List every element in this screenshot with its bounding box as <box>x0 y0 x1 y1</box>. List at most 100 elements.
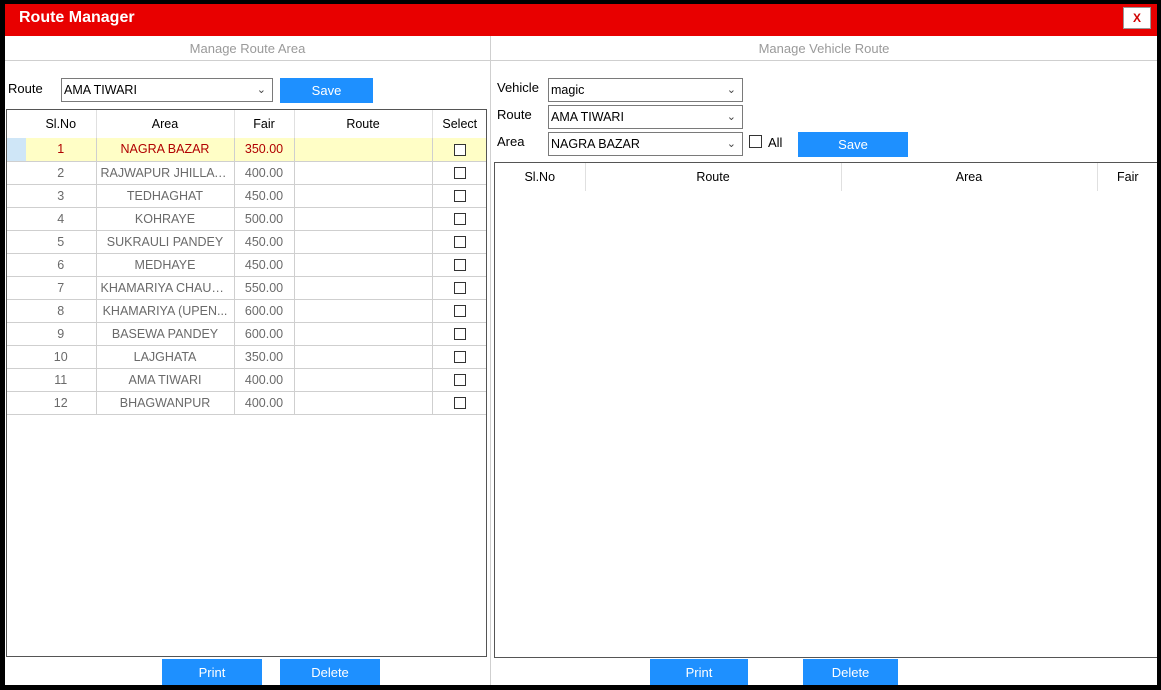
cell-fair[interactable]: 350.00 <box>234 138 295 162</box>
cell-route[interactable] <box>294 368 433 392</box>
cell-fair[interactable]: 400.00 <box>234 368 295 392</box>
cell-fair[interactable]: 450.00 <box>234 230 295 254</box>
cell-slno[interactable]: 9 <box>26 322 97 346</box>
cell-area[interactable]: KHAMARIYA CHAUR... <box>96 276 235 300</box>
column-header-route[interactable]: Route <box>294 110 433 138</box>
cell-slno[interactable]: 6 <box>26 253 97 277</box>
cell-area[interactable]: RAJWAPUR JHILLA C... <box>96 161 235 185</box>
cell-area[interactable]: SUKRAULI PANDEY <box>96 230 235 254</box>
print-button-vehicle-route[interactable]: Print <box>650 659 748 685</box>
table-row[interactable]: 8 KHAMARIYA (UPEN... 600.00 <box>7 299 486 323</box>
route-select[interactable]: AMA TIWARI ⌄ <box>61 78 273 102</box>
row-header-cell[interactable] <box>7 368 26 392</box>
cell-slno[interactable]: 11 <box>26 368 97 392</box>
select-checkbox[interactable] <box>453 167 466 180</box>
select-checkbox[interactable] <box>453 282 466 295</box>
row-header-cell[interactable] <box>7 184 26 208</box>
row-header-cell[interactable] <box>7 345 26 369</box>
row-header-cell[interactable] <box>7 207 26 231</box>
select-checkbox[interactable] <box>453 213 466 226</box>
cell-route[interactable] <box>294 276 433 300</box>
row-header-cell[interactable] <box>7 322 26 346</box>
column-header-slno[interactable]: Sl.No <box>26 110 97 138</box>
cell-slno[interactable]: 8 <box>26 299 97 323</box>
cell-slno[interactable]: 5 <box>26 230 97 254</box>
table-row[interactable]: 11 AMA TIWARI 400.00 <box>7 368 486 392</box>
table-row[interactable]: 10 LAJGHATA 350.00 <box>7 345 486 369</box>
select-checkbox[interactable] <box>453 143 466 156</box>
table-row[interactable]: 3 TEDHAGHAT 450.00 <box>7 184 486 208</box>
cell-route[interactable] <box>294 345 433 369</box>
column-header-fair[interactable]: Fair <box>1097 163 1157 191</box>
table-row[interactable]: 2 RAJWAPUR JHILLA C... 400.00 <box>7 161 486 185</box>
table-row[interactable]: 12 BHAGWANPUR 400.00 <box>7 391 486 415</box>
cell-area[interactable]: BHAGWANPUR <box>96 391 235 415</box>
cell-fair[interactable]: 600.00 <box>234 322 295 346</box>
cell-fair[interactable]: 400.00 <box>234 161 295 185</box>
table-row[interactable]: 7 KHAMARIYA CHAUR... 550.00 <box>7 276 486 300</box>
select-checkbox[interactable] <box>453 305 466 318</box>
area-select[interactable]: NAGRA BAZAR ⌄ <box>548 132 743 156</box>
cell-area[interactable]: BASEWA PANDEY <box>96 322 235 346</box>
table-row[interactable]: 1 NAGRA BAZAR 350.00 <box>7 138 486 162</box>
save-button-vehicle-route[interactable]: Save <box>798 132 908 157</box>
table-row[interactable]: 5 SUKRAULI PANDEY 450.00 <box>7 230 486 254</box>
cell-slno[interactable]: 10 <box>26 345 97 369</box>
select-checkbox[interactable] <box>453 374 466 387</box>
column-header-slno[interactable]: Sl.No <box>495 163 586 191</box>
table-row[interactable]: 4 KOHRAYE 500.00 <box>7 207 486 231</box>
cell-area[interactable]: KOHRAYE <box>96 207 235 231</box>
save-button-route-area[interactable]: Save <box>280 78 373 103</box>
table-row[interactable]: 6 MEDHAYE 450.00 <box>7 253 486 277</box>
table-row[interactable]: 9 BASEWA PANDEY 600.00 <box>7 322 486 346</box>
cell-area[interactable]: LAJGHATA <box>96 345 235 369</box>
column-header-select[interactable]: Select <box>432 110 486 138</box>
row-header-cell[interactable] <box>7 230 26 254</box>
select-checkbox[interactable] <box>453 397 466 410</box>
cell-route[interactable] <box>294 184 433 208</box>
cell-area[interactable]: KHAMARIYA (UPEN... <box>96 299 235 323</box>
cell-route[interactable] <box>294 253 433 277</box>
select-checkbox[interactable] <box>453 259 466 272</box>
column-header-route[interactable]: Route <box>585 163 842 191</box>
cell-area[interactable]: MEDHAYE <box>96 253 235 277</box>
cell-area[interactable]: TEDHAGHAT <box>96 184 235 208</box>
cell-fair[interactable]: 400.00 <box>234 391 295 415</box>
cell-route[interactable] <box>294 161 433 185</box>
cell-slno[interactable]: 3 <box>26 184 97 208</box>
cell-slno[interactable]: 7 <box>26 276 97 300</box>
select-checkbox[interactable] <box>453 236 466 249</box>
delete-button-vehicle-route[interactable]: Delete <box>803 659 898 685</box>
cell-fair[interactable]: 450.00 <box>234 253 295 277</box>
cell-fair[interactable]: 500.00 <box>234 207 295 231</box>
row-header-cell[interactable] <box>7 299 26 323</box>
cell-fair[interactable]: 450.00 <box>234 184 295 208</box>
cell-area[interactable]: NAGRA BAZAR <box>96 138 235 162</box>
cell-route[interactable] <box>294 391 433 415</box>
select-checkbox[interactable] <box>453 190 466 203</box>
select-checkbox[interactable] <box>453 351 466 364</box>
cell-route[interactable] <box>294 322 433 346</box>
column-header-area[interactable]: Area <box>841 163 1098 191</box>
cell-route[interactable] <box>294 138 433 162</box>
cell-slno[interactable]: 2 <box>26 161 97 185</box>
column-header-area[interactable]: Area <box>96 110 235 138</box>
cell-fair[interactable]: 600.00 <box>234 299 295 323</box>
cell-slno[interactable]: 1 <box>26 138 97 162</box>
cell-slno[interactable]: 4 <box>26 207 97 231</box>
row-header-cell[interactable] <box>7 253 26 277</box>
column-header-fair[interactable]: Fair <box>234 110 295 138</box>
row-header-cell[interactable] <box>7 391 26 415</box>
cell-route[interactable] <box>294 299 433 323</box>
close-button[interactable]: X <box>1123 7 1151 29</box>
cell-fair[interactable]: 550.00 <box>234 276 295 300</box>
cell-area[interactable]: AMA TIWARI <box>96 368 235 392</box>
row-header-cell[interactable] <box>7 276 26 300</box>
delete-button-route-area[interactable]: Delete <box>280 659 380 685</box>
print-button-route-area[interactable]: Print <box>162 659 262 685</box>
cell-route[interactable] <box>294 230 433 254</box>
vehicle-route-select[interactable]: AMA TIWARI ⌄ <box>548 105 743 129</box>
select-checkbox[interactable] <box>453 328 466 341</box>
row-header-cell[interactable] <box>7 138 26 162</box>
all-checkbox[interactable] <box>749 135 762 148</box>
